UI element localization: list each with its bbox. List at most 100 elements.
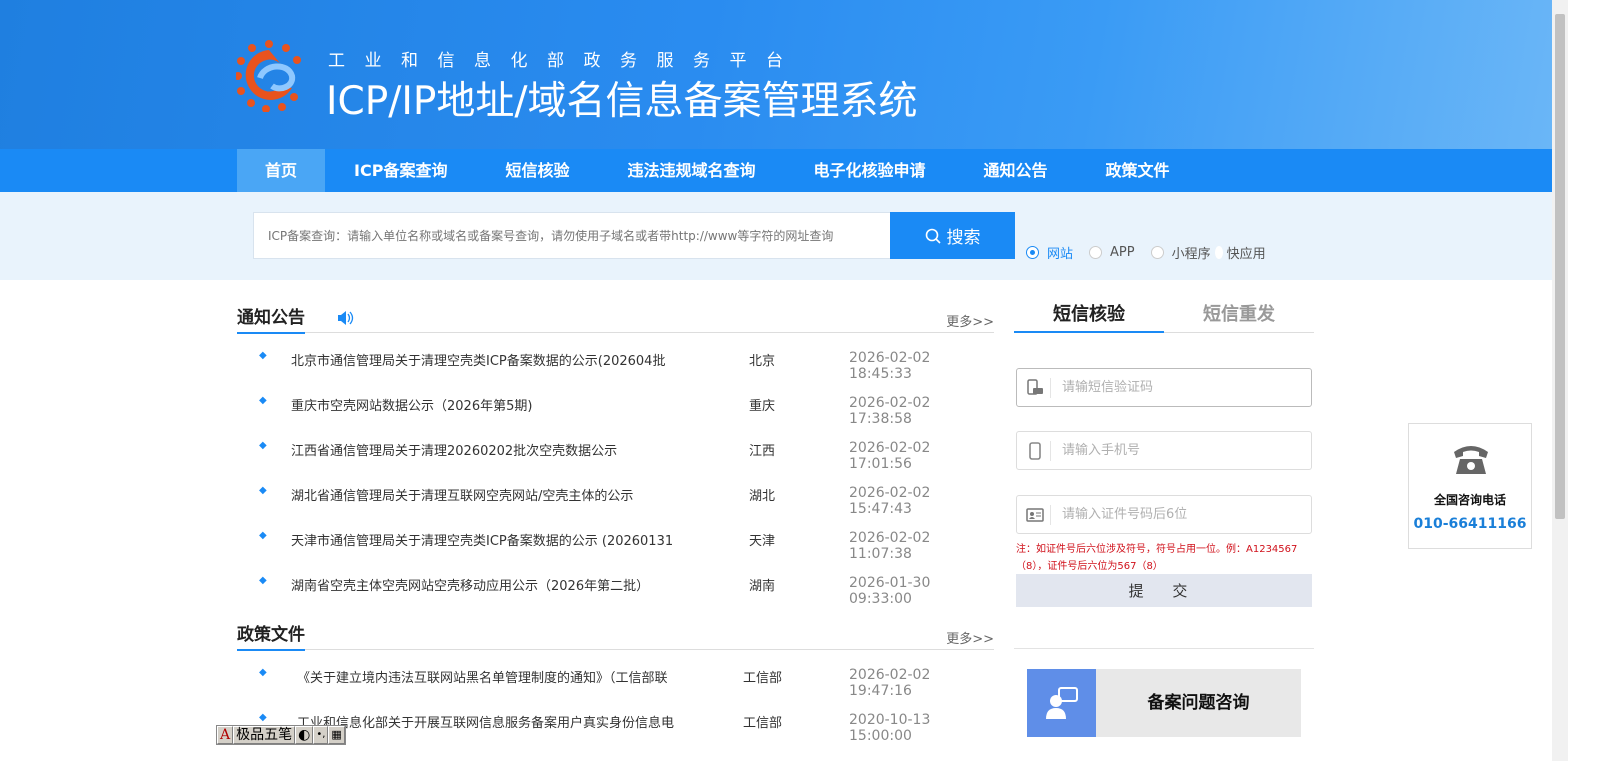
divider <box>1050 505 1051 525</box>
list-item[interactable]: ◆ 湖北省通信管理局关于清理互联网空壳网站/空壳主体的公示 湖北 2026-02-02… <box>237 485 994 517</box>
ime-mode[interactable]: A <box>217 726 234 744</box>
phone-input[interactable] <box>1062 432 1302 469</box>
hotline-label: 全国咨询电话 <box>1433 493 1506 507</box>
item-date: 2026-02-02 17:01:56 <box>849 440 931 472</box>
nav-illegal-domain[interactable]: 违法违规域名查询 <box>598 149 784 192</box>
punctuation-icon[interactable]: •, <box>313 726 329 744</box>
item-title[interactable]: 《关于建立境内违法互联网站黑名单管理制度的通知》（工信部联 <box>297 667 668 686</box>
list-item[interactable]: ◆ 湖南省空壳主体空壳网站空壳移动应用公示（2026年第二批） 湖南 2026-01-… <box>237 575 994 607</box>
nav-e-verify[interactable]: 电子化核验申请 <box>784 149 954 192</box>
item-date: 2026-02-02 17:38:58 <box>849 395 931 427</box>
item-source: 江西 <box>749 444 776 459</box>
search-icon <box>925 228 941 244</box>
hotline-number: 010-66411166 <box>1413 516 1527 532</box>
system-title: ICP/IP地址/域名信息备案管理系统 <box>326 79 918 124</box>
page: 工业和信息化部政务服务平台 ICP/IP地址/域名信息备案管理系统 首页 ICP… <box>0 0 1552 761</box>
item-source: 北京 <box>749 354 776 369</box>
bullet-icon: ◆ <box>259 667 267 678</box>
consult-button[interactable]: 备案问题咨询 <box>1027 669 1301 737</box>
search-type-options: 网站 APP 小程序 快应用 <box>1026 243 1282 262</box>
item-title[interactable]: 工业和信息化部关于开展互联网信息服务备案用户真实身份信息电 <box>297 712 674 731</box>
item-date: 2020-10-13 15:00:00 <box>849 712 931 744</box>
item-source: 湖北 <box>749 489 776 504</box>
phone-field <box>1016 431 1312 470</box>
policies-header: 政策文件 更多>> <box>237 620 994 651</box>
id-card-icon <box>1026 508 1044 522</box>
sms-tabs: 短信核验 短信重发 <box>1014 300 1314 333</box>
hotline-panel: 全国咨询电话 010-66411166 <box>1408 423 1532 549</box>
item-date: 2026-02-02 18:45:33 <box>849 350 931 382</box>
list-item[interactable]: ◆ 《关于建立境内违法互联网站黑名单管理制度的通知》（工信部联 工信部 2026-02… <box>237 667 994 699</box>
keyboard-icon[interactable]: ▦ <box>328 726 345 744</box>
radio-label: 小程序 <box>1171 247 1211 262</box>
item-title[interactable]: 湖南省空壳主体空壳网站空壳移动应用公示（2026年第二批） <box>291 575 649 594</box>
list-item[interactable]: ◆ 北京市通信管理局关于清理空壳类ICP备案数据的公示(202604批 北京 2026… <box>237 350 994 382</box>
item-source: 工信部 <box>743 716 783 731</box>
sms-code-input[interactable] <box>1062 369 1302 406</box>
tab-sms-resend[interactable]: 短信重发 <box>1164 300 1314 333</box>
id-input[interactable] <box>1062 496 1302 533</box>
sms-phone-icon <box>1027 379 1043 395</box>
item-source: 湖南 <box>749 579 776 594</box>
consult-icon-box <box>1027 669 1096 737</box>
search-input[interactable] <box>253 212 890 259</box>
radio-dot <box>1026 246 1039 259</box>
bullet-icon: ◆ <box>259 350 267 361</box>
notices-more-link[interactable]: 更多>> <box>946 311 994 330</box>
item-title[interactable]: 江西省通信管理局关于清理20260202批次空壳数据公示 <box>291 440 617 459</box>
tab-sms-verify[interactable]: 短信核验 <box>1014 300 1164 333</box>
bullet-icon: ◆ <box>259 440 267 451</box>
nav-home[interactable]: 首页 <box>237 149 326 192</box>
radio-miniprogram[interactable]: 小程序 <box>1150 243 1211 262</box>
search-button[interactable]: 搜索 <box>890 212 1015 259</box>
moon-icon[interactable]: ◐ <box>295 726 314 744</box>
item-date: 2026-02-02 15:47:43 <box>849 485 931 517</box>
id-note: 注：如证件号后六位涉及符号，符号占用一位。例：A1234567（8），证件号后六… <box>1016 544 1298 572</box>
item-title[interactable]: 重庆市空壳网站数据公示（2026年第5期) <box>291 395 532 414</box>
list-item[interactable]: ◆ 重庆市空壳网站数据公示（2026年第5期) 重庆 2026-02-02 17:38… <box>237 395 994 427</box>
radio-dot <box>1214 246 1223 259</box>
bullet-icon: ◆ <box>259 530 267 541</box>
scrollbar-thumb[interactable] <box>1555 14 1565 519</box>
radio-app[interactable]: APP <box>1089 243 1135 262</box>
radio-dot <box>1089 246 1103 259</box>
platform-subtitle: 工业和信息化部政务服务平台 <box>328 51 803 71</box>
item-date: 2026-02-02 11:07:38 <box>849 530 931 562</box>
radio-label: 快应用 <box>1226 247 1266 262</box>
item-title[interactable]: 北京市通信管理局关于清理空壳类ICP备案数据的公示(202604批 <box>291 350 665 369</box>
item-date: 2026-01-30 09:33:00 <box>849 575 931 607</box>
divider <box>1050 441 1051 461</box>
divider <box>1014 648 1314 649</box>
notices-header: 通知公告 更多>> <box>237 303 994 334</box>
radio-quickapp[interactable]: 快应用 <box>1214 243 1266 262</box>
nav-icp-query[interactable]: ICP备案查询 <box>325 149 476 192</box>
main-nav: 首页 ICP备案查询 短信核验 违法违规域名查询 电子化核验申请 通知公告 政策… <box>0 149 1552 192</box>
search-button-label: 搜索 <box>946 228 981 247</box>
ime-name[interactable]: 极品五笔 <box>233 726 296 744</box>
vertical-scrollbar[interactable] <box>1552 0 1568 761</box>
bullet-icon: ◆ <box>259 575 267 586</box>
user-chat-icon <box>1045 687 1078 719</box>
policies-more-link[interactable]: 更多>> <box>946 628 994 647</box>
nav-sms-verify[interactable]: 短信核验 <box>476 149 598 192</box>
list-item[interactable]: ◆ 江西省通信管理局关于清理20260202批次空壳数据公示 江西 2026-02-0… <box>237 440 994 472</box>
radio-label: 网站 <box>1047 247 1074 262</box>
list-item[interactable]: ◆ 天津市通信管理局关于清理空壳类ICP备案数据的公示 (20260131 天津 20… <box>237 530 994 562</box>
radio-label: APP <box>1110 245 1135 260</box>
nav-policies[interactable]: 政策文件 <box>1077 149 1199 192</box>
ime-toolbar: A 极品五笔 ◐ •, ▦ <box>216 725 346 745</box>
divider <box>1050 378 1051 398</box>
radio-website[interactable]: 网站 <box>1026 243 1073 262</box>
bullet-icon: ◆ <box>259 485 267 496</box>
item-title[interactable]: 天津市通信管理局关于清理空壳类ICP备案数据的公示 (20260131 <box>291 530 673 549</box>
list-item[interactable]: ◆ 工业和信息化部关于开展互联网信息服务备案用户真实身份信息电 工信部 2020-10… <box>237 712 994 744</box>
nav-notices[interactable]: 通知公告 <box>955 149 1077 192</box>
bullet-icon: ◆ <box>259 395 267 406</box>
item-title[interactable]: 湖北省通信管理局关于清理互联网空壳网站/空壳主体的公示 <box>291 485 633 504</box>
notices-title: 通知公告 <box>237 303 305 334</box>
submit-button[interactable]: 提 交 <box>1016 574 1312 607</box>
item-source: 天津 <box>749 534 776 549</box>
telephone-icon <box>1454 446 1488 474</box>
bullet-icon: ◆ <box>259 712 267 723</box>
consult-label: 备案问题咨询 <box>1147 693 1250 713</box>
